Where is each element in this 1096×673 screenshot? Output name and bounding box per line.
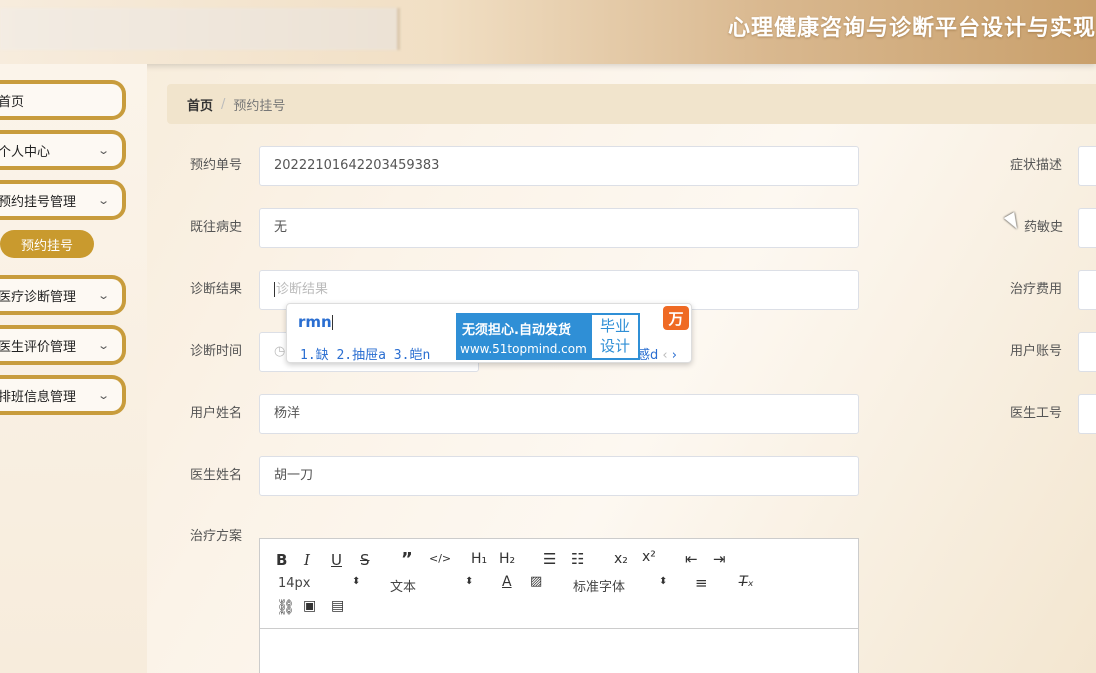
ordered-list-icon[interactable]: ☰ [543,550,556,568]
editor-toolbar: B I U S ” </> H₁ H₂ ☰ ☷ x₂ x² ⇤ ⇥ 14px ⬍… [260,539,858,629]
sidebar-item-diagnosis-management[interactable]: 医疗诊断管理 ⌄ [0,275,126,315]
sidebar-item-label: 医生评价管理 [0,339,77,355]
diagnosis-result-placeholder: 诊断结果 [276,282,329,297]
ime-candidate-tail[interactable]: 感d ‹ › [637,344,677,363]
bold-icon[interactable]: B [276,551,287,569]
sidebar-item-home[interactable]: 首页 [0,80,126,120]
chevron-down-icon: ⌄ [96,338,110,352]
label-diagnosis-result: 诊断结果 [190,282,243,297]
doctor-name-field[interactable]: 胡一刀 [259,456,859,496]
user-name-field[interactable]: 杨洋 [259,394,859,434]
text-caret [274,282,275,297]
label-treatment-cost: 治疗费用 [1010,282,1063,297]
watermark-ad: 无须担心.自动发货 www.51topmind.com 毕业 设计 [456,313,640,360]
font-size-select-arrows-icon: ⬍ [352,576,361,587]
superscript-icon[interactable]: x² [642,549,656,565]
label-doctor-id: 医生工号 [1010,406,1063,421]
appointment-no-field[interactable]: 20222101642203459383 [259,146,859,186]
chevron-down-icon: ⌄ [96,193,110,207]
label-diagnosis-time: 诊断时间 [190,344,243,359]
sidebar-item-label: 预约挂号管理 [0,194,77,210]
font-color-icon[interactable]: A [502,574,512,590]
mouse-cursor-icon [1003,212,1023,232]
font-size-select[interactable]: 14px [278,576,311,591]
label-user-account: 用户账号 [1010,344,1063,359]
sidebar-item-appointment-management[interactable]: 预约挂号管理 ⌄ [0,180,126,220]
background-color-icon[interactable]: ▨ [530,574,542,589]
clock-icon: ◷ [274,344,286,359]
top-header: 心理健康咨询与诊断平台设计与实现 [0,0,1096,64]
label-user-name: 用户姓名 [190,406,243,421]
heading-2-icon[interactable]: H₂ [499,551,515,567]
breadcrumb: 首页 / 预约挂号 [167,84,1096,124]
breadcrumb-separator: / [221,96,226,112]
sidebar-item-schedule-management[interactable]: 排班信息管理 ⌄ [0,375,126,415]
link-icon[interactable]: ⛓ [276,598,295,616]
align-icon[interactable]: ≡ [695,574,708,592]
sidebar-item-label: 排班信息管理 [0,389,77,405]
sidebar-item-label: 医疗诊断管理 [0,289,77,305]
code-block-icon[interactable]: </> [429,552,451,565]
strikethrough-icon[interactable]: S [360,551,370,569]
ad-line-2: www.51topmind.com [460,342,587,356]
blurred-logo-area [0,8,400,50]
underline-icon[interactable]: U [331,551,342,569]
font-family-select-arrows-icon: ⬍ [659,576,668,587]
ime-candidate-list[interactable]: 1.缺 2.抽屉a 3.皑n [300,344,430,363]
user-account-field[interactable] [1078,332,1096,372]
label-drug-allergy: 药敏史 [1024,220,1064,235]
video-icon[interactable]: ▤ [331,598,344,614]
doctor-id-field[interactable] [1078,394,1096,434]
label-appointment-no: 预约单号 [190,158,243,173]
block-type-select[interactable]: 文本 [390,576,416,595]
symptom-description-field[interactable] [1078,146,1096,186]
sidebar-item-personal-center[interactable]: 个人中心 ⌄ [0,130,126,170]
ime-typed-text: rmn [298,313,333,331]
block-type-select-arrows-icon: ⬍ [465,576,474,587]
label-treatment-plan: 治疗方案 [190,529,243,544]
label-symptom-description: 症状描述 [1010,158,1063,173]
ime-logo-icon: 万 [663,306,689,330]
outdent-icon[interactable]: ⇤ [685,550,698,568]
image-icon[interactable]: ▣ [303,598,316,614]
sidebar-subitem-appointment[interactable]: 预约挂号 [0,230,94,258]
indent-icon[interactable]: ⇥ [713,550,726,568]
label-doctor-name: 医生姓名 [190,468,243,483]
heading-1-icon[interactable]: H₁ [471,551,487,567]
site-title: 心理健康咨询与诊断平台设计与实现 [727,16,1096,41]
sidebar: 首页 个人中心 ⌄ 预约挂号管理 ⌄ 预约挂号 医疗诊断管理 ⌄ 医生评价管理 … [0,64,147,673]
sidebar-item-review-management[interactable]: 医生评价管理 ⌄ [0,325,126,365]
italic-icon[interactable]: I [304,551,310,569]
medical-history-field[interactable]: 无 [259,208,859,248]
chevron-down-icon: ⌄ [96,288,110,302]
sidebar-item-label: 首页 [0,94,25,110]
ad-line-1: 无须担心.自动发货 [462,323,571,338]
blockquote-icon[interactable]: ” [401,549,413,570]
bullet-list-icon[interactable]: ☷ [571,550,584,568]
treatment-cost-field[interactable] [1078,270,1096,310]
label-medical-history: 既往病史 [190,220,243,235]
breadcrumb-current: 预约挂号 [233,98,286,114]
subscript-icon[interactable]: x₂ [614,551,628,567]
treatment-plan-editor[interactable]: B I U S ” </> H₁ H₂ ☰ ☷ x₂ x² ⇤ ⇥ 14px ⬍… [259,538,859,673]
chevron-down-icon: ⌄ [96,388,110,402]
breadcrumb-home[interactable]: 首页 [187,95,213,114]
font-family-select[interactable]: 标准字体 [573,576,625,595]
clear-format-icon[interactable]: T̶ₓ [739,574,754,590]
sidebar-item-label: 个人中心 [0,144,51,160]
chevron-down-icon: ⌄ [96,143,110,157]
drug-allergy-field[interactable] [1078,208,1096,248]
ad-badge: 毕业 设计 [592,315,638,358]
